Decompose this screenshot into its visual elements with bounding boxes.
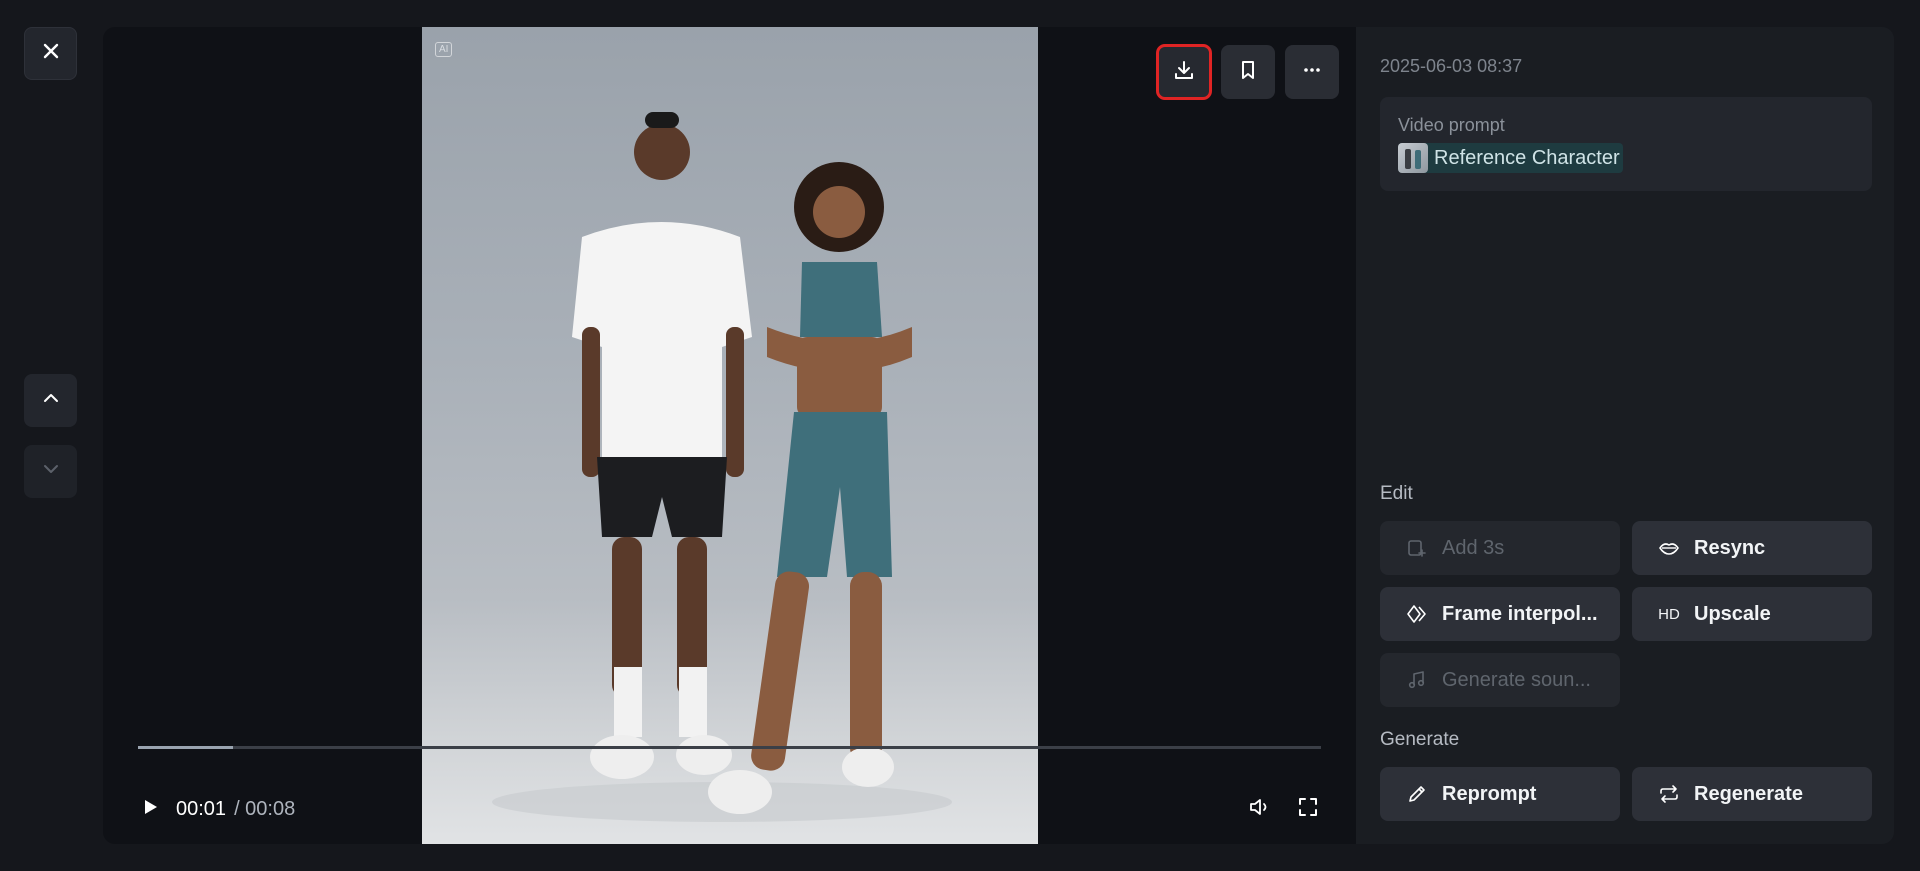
- video-viewer: AI 00:01 / 00:08: [103, 27, 1356, 844]
- more-icon: [1301, 59, 1323, 86]
- frame-interpolation-label: Frame interpol...: [1442, 602, 1598, 625]
- top-actions: [1156, 44, 1339, 100]
- repeat-icon: [1658, 783, 1680, 805]
- more-button[interactable]: [1285, 45, 1339, 99]
- download-button[interactable]: [1156, 44, 1212, 100]
- details-panel: 2025-06-03 08:37 Video prompt Reference …: [1356, 27, 1894, 844]
- created-date: 2025-06-03 08:37: [1380, 56, 1523, 76]
- fullscreen-icon: [1297, 796, 1319, 823]
- next-button[interactable]: [24, 445, 77, 498]
- prompt-card: Video prompt Reference Character: [1380, 97, 1872, 191]
- reference-label: Reference Character: [1434, 146, 1620, 169]
- reprompt-button[interactable]: Reprompt: [1380, 767, 1620, 821]
- bookmark-button[interactable]: [1221, 45, 1275, 99]
- previous-button[interactable]: [24, 374, 77, 427]
- download-icon: [1173, 59, 1195, 86]
- generate-sound-label: Generate soun...: [1442, 668, 1591, 691]
- add-3s-button[interactable]: Add 3s: [1380, 521, 1620, 575]
- chevron-up-icon: [41, 388, 61, 413]
- regenerate-label: Regenerate: [1694, 782, 1803, 805]
- reference-thumbnail: [1398, 143, 1428, 173]
- generate-sound-button[interactable]: Generate soun...: [1380, 653, 1620, 707]
- volume-button[interactable]: [1247, 796, 1273, 822]
- add-time-icon: [1406, 537, 1428, 559]
- volume-icon: [1248, 795, 1272, 824]
- close-icon: [41, 41, 61, 66]
- player-controls: 00:01 / 00:08: [138, 794, 1321, 824]
- generate-section-label: Generate: [1380, 729, 1460, 750]
- progress-fill: [138, 746, 233, 749]
- fullscreen-button[interactable]: [1295, 796, 1321, 822]
- resync-label: Resync: [1694, 536, 1766, 559]
- diamond-icon: [1406, 603, 1428, 625]
- video-figures-image: [492, 112, 952, 822]
- reference-chip[interactable]: Reference Character: [1398, 143, 1623, 173]
- total-time: / 00:08: [234, 797, 296, 820]
- edit-section-label: Edit: [1380, 483, 1413, 504]
- progress-bar[interactable]: [138, 746, 1321, 749]
- regenerate-button[interactable]: Regenerate: [1632, 767, 1872, 821]
- lips-icon: [1658, 537, 1680, 559]
- video-frame[interactable]: AI: [422, 27, 1038, 844]
- close-button[interactable]: [24, 27, 77, 80]
- chevron-down-icon: [41, 459, 61, 484]
- hd-icon: HD: [1658, 605, 1680, 623]
- play-icon: [140, 797, 160, 822]
- upscale-button[interactable]: HD Upscale: [1632, 587, 1872, 641]
- bookmark-icon: [1237, 59, 1259, 86]
- add-3s-label: Add 3s: [1442, 536, 1505, 559]
- play-button[interactable]: [138, 797, 162, 821]
- resync-button[interactable]: Resync: [1632, 521, 1872, 575]
- prompt-title: Video prompt: [1398, 115, 1505, 135]
- reprompt-label: Reprompt: [1442, 782, 1537, 805]
- frame-interpolation-button[interactable]: Frame interpol...: [1380, 587, 1620, 641]
- current-time: 00:01: [176, 797, 227, 820]
- pencil-icon: [1406, 783, 1428, 805]
- music-note-icon: [1406, 669, 1428, 691]
- upscale-label: Upscale: [1694, 602, 1771, 625]
